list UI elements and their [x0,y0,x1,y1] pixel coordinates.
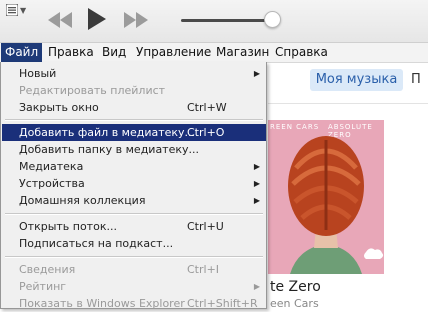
menu-item-close-window[interactable]: Закрыть окно Ctrl+W [2,99,266,116]
menu-separator [5,256,263,258]
menu-item-devices[interactable]: Устройства ▶ [2,175,266,192]
menu-item-label: Устройства [19,177,85,190]
menu-separator [5,119,263,121]
menu-item-label: Рейтинг [19,280,67,293]
menu-item-label: Медиатека [19,160,84,173]
menu-item-label: Домашняя коллекция [19,194,146,207]
menu-store[interactable]: Магазин [212,43,273,62]
menu-item-shortcut: Ctrl+U [187,220,224,233]
menu-item-label: Показать в Windows Explorer [19,297,185,310]
menu-item-library[interactable]: Медиатека ▶ [2,158,266,175]
album-artist[interactable]: een Cars [270,297,319,310]
file-menu-dropdown: Новый ▶ Редактировать плейлист Закрыть о… [0,62,267,312]
submenu-arrow-icon: ▶ [253,162,260,171]
menu-item-shortcut: Ctrl+W [187,101,227,114]
itunes-app-icon[interactable] [6,4,18,16]
menu-item-show-in-explorer[interactable]: Показать в Windows Explorer Ctrl+Shift+R [2,295,266,312]
player-toolbar: ▼ [0,0,428,43]
menu-edit[interactable]: Правка [44,43,98,62]
menu-item-home-sharing[interactable]: Домашняя коллекция ▶ [2,192,266,209]
menu-help[interactable]: Справка [271,43,332,62]
menu-separator [5,213,263,215]
menu-item-label: Подписаться на подкаст... [19,237,174,250]
menu-controls[interactable]: Управление [132,43,215,62]
volume-slider-track[interactable] [181,19,274,22]
play-icon[interactable] [87,8,107,30]
menu-item-shortcut: Ctrl+Shift+R [187,297,258,310]
menu-item-get-info[interactable]: Сведения Ctrl+I [2,261,266,278]
submenu-arrow-icon: ▶ [253,196,260,205]
menu-item-shortcut: Ctrl+I [187,263,220,276]
album-artwork-portrait [288,136,384,274]
menu-view[interactable]: Вид [98,43,130,62]
app-menu-caret-icon[interactable]: ▼ [20,6,26,15]
rewind-icon[interactable] [47,12,73,28]
menu-item-label: Сведения [19,263,76,276]
submenu-arrow-icon: ▶ [253,282,260,291]
menu-item-label: Новый [19,67,57,80]
fast-forward-icon[interactable] [123,12,149,28]
menu-item-rating[interactable]: Рейтинг ▶ [2,278,266,295]
menu-item-label: Редактировать плейлист [19,84,166,97]
submenu-arrow-icon: ▶ [253,69,260,78]
menu-item-label: Добавить папку в медиатеку... [19,143,200,156]
menu-item-subscribe-podcast[interactable]: Подписаться на подкаст... [2,235,266,252]
album-title[interactable]: te Zero [270,279,321,295]
menu-item-label: Закрыть окно [19,101,99,114]
volume-slider-knob[interactable] [264,11,281,28]
menu-bar: Файл Правка Вид Управление Магазин Справ… [0,43,428,63]
menu-item-edit-playlist[interactable]: Редактировать плейлист [2,82,266,99]
menu-item-shortcut: Ctrl+O [187,126,225,139]
menu-item-label: Добавить файл в медиатеку... [19,126,196,139]
tab-my-music[interactable]: Моя музыка [310,69,403,91]
menu-item-new[interactable]: Новый ▶ [2,65,266,82]
menu-item-add-folder-to-library[interactable]: Добавить папку в медиатеку... [2,141,266,158]
tab-next-partial[interactable]: П [411,72,421,87]
album-cover[interactable]: REEN CARS ABSOLUTE ZERO [268,120,384,274]
menu-item-label: Открыть поток... [19,220,117,233]
menu-item-open-stream[interactable]: Открыть поток... Ctrl+U [2,218,266,235]
submenu-arrow-icon: ▶ [253,179,260,188]
menu-file[interactable]: Файл [1,43,43,62]
content-divider [268,103,428,104]
menu-item-add-file-to-library[interactable]: Добавить файл в медиатеку... Ctrl+O [2,124,266,141]
